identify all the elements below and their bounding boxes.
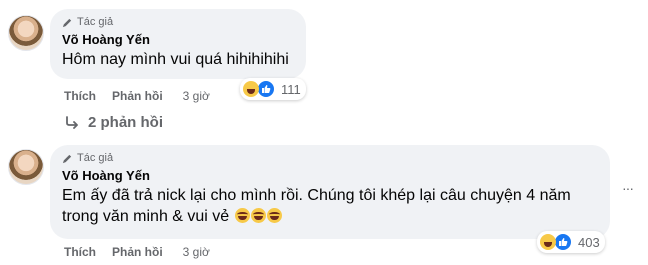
laughing-emoji-icon [250, 208, 266, 223]
like-button[interactable]: Thích [64, 245, 96, 259]
avatar[interactable] [8, 149, 44, 185]
reaction-summary[interactable]: 403 [537, 231, 605, 253]
replies-count[interactable]: 2 phản hồi [88, 114, 163, 131]
reply-button[interactable]: Phản hồi [112, 89, 163, 103]
comment-actions: Thích Phản hồi 3 giờ [64, 245, 210, 259]
comment-text: Hôm nay mình vui quá hihihihihi [62, 51, 289, 68]
view-replies-link[interactable]: 2 phản hồi [64, 114, 163, 131]
haha-icon [540, 234, 556, 250]
reaction-count: 403 [578, 234, 600, 250]
comment-text-line: Em ấy đã trả nick lại cho mình rồi. Chún… [62, 187, 571, 204]
comment-text-line: trong văn minh & vui vẻ [62, 208, 230, 225]
more-options-icon[interactable]: ··· [622, 180, 634, 196]
timestamp[interactable]: 3 giờ [183, 89, 210, 103]
author-badge-label: Tác giả [77, 152, 114, 164]
like-icon [554, 233, 572, 251]
comment-bubble: Tác giả Võ Hoàng Yến Hôm nay mình vui qu… [50, 9, 306, 79]
haha-icon [243, 81, 259, 97]
comment-actions: Thích Phản hồi 3 giờ [64, 89, 210, 103]
laughing-emoji-icon [234, 208, 250, 223]
comment-author-name[interactable]: Võ Hoàng Yến [62, 32, 294, 47]
comment-author-name[interactable]: Võ Hoàng Yến [62, 168, 598, 183]
author-badge: Tác giả [62, 15, 294, 29]
author-badge: Tác giả [62, 151, 598, 165]
reply-arrow-icon [66, 115, 78, 129]
like-button[interactable]: Thích [64, 89, 96, 103]
reply-button[interactable]: Phản hồi [112, 245, 163, 259]
pen-icon [62, 18, 72, 27]
reaction-summary[interactable]: 111 [240, 78, 306, 100]
laughing-emoji-icon [266, 208, 282, 223]
pen-icon [62, 154, 72, 163]
comment-bubble: Tác giả Võ Hoàng Yến Em ấy đã trả nick l… [50, 145, 610, 239]
reaction-count: 111 [281, 81, 301, 97]
timestamp[interactable]: 3 giờ [183, 245, 210, 259]
avatar[interactable] [8, 15, 44, 51]
like-icon [257, 80, 275, 98]
comment-text-line-2: trong văn minh & vui vẻ [62, 206, 598, 227]
author-badge-label: Tác giả [77, 16, 114, 28]
comment-text: Em ấy đã trả nick lại cho mình rồi. Chún… [62, 185, 598, 227]
